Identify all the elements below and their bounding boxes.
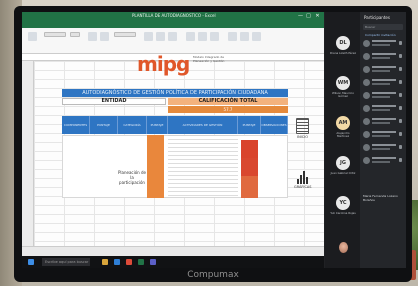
sheet-tabs: Instrucciones Autodiagnóstico Gráficas P… (22, 246, 324, 264)
monitor-brand: Compumax (187, 270, 239, 280)
avatar: WM (336, 76, 350, 90)
find-icon[interactable] (252, 32, 261, 41)
close-button[interactable]: ✕ (314, 13, 321, 19)
participant-name: Yuli Carolina Rojas (330, 211, 356, 215)
participant-tile[interactable]: JG Juan Gabriel Ortiz (330, 156, 356, 175)
align-icon[interactable] (100, 32, 109, 41)
participant-row[interactable] (360, 77, 406, 89)
participant-row[interactable] (360, 103, 406, 115)
col-header-actividades: ACTIVIDADES DE GESTIÓN (168, 116, 238, 134)
score-column[interactable] (147, 135, 164, 198)
participant-row[interactable] (360, 51, 406, 63)
taskbar: Escribe aquí para buscar (22, 256, 324, 268)
avatar: AM (336, 116, 350, 130)
col-header-observaciones: OBSERVACIONES (261, 116, 288, 134)
score-cell-3[interactable] (241, 176, 258, 198)
number-format-select[interactable] (114, 32, 136, 37)
inicio-button[interactable]: INICIO (294, 118, 311, 139)
participant-tile[interactable]: YC Yuli Carolina Rojas (330, 196, 356, 215)
score-cell-2[interactable] (241, 158, 258, 176)
ribbon (22, 28, 324, 54)
mipg-logo: mipg Modelo Integrado de Planeación y Ge… (137, 52, 224, 76)
font-family-select[interactable] (44, 32, 66, 37)
participant-name: Juan Gabriel Ortiz (330, 171, 356, 175)
insert-icon[interactable] (186, 32, 195, 41)
edge-icon[interactable] (114, 259, 120, 265)
delete-icon[interactable] (198, 32, 207, 41)
table-format-icon[interactable] (156, 32, 165, 41)
monitor-screen: PLANTILLA DE AUTODIAGNOSTICO - Excel — □… (22, 12, 406, 268)
maximize-button[interactable]: □ (305, 13, 312, 19)
conditional-format-icon[interactable] (144, 32, 153, 41)
format-icon[interactable] (210, 32, 219, 41)
self-camera (339, 242, 348, 253)
activities-text[interactable] (168, 135, 238, 198)
participant-row[interactable] (360, 155, 406, 167)
photo: PLANTILLA DE AUTODIAGNOSTICO - Excel — □… (0, 0, 418, 286)
avatar: YC (336, 196, 350, 210)
category-label: Planeación de la participación (118, 170, 146, 185)
bold-icon[interactable] (88, 32, 97, 41)
participant-row[interactable] (360, 116, 406, 128)
participant-row[interactable] (360, 64, 406, 76)
document-icon (296, 118, 309, 134)
participant-row[interactable] (360, 129, 406, 141)
participant-name: Alejandro Martínez (336, 131, 350, 138)
participant-tile[interactable]: AM Alejandro Martínez (330, 116, 356, 138)
participant-tile[interactable]: DL Diana Lizeth Pérez (330, 36, 356, 55)
col-header-categoria: CATEGORÍA (118, 116, 147, 134)
cell-styles-icon[interactable] (168, 32, 177, 41)
logo-subtitle: Modelo Integrado de Planeación y Gestión (193, 55, 225, 63)
bar-chart-icon (296, 170, 309, 184)
sort-icon[interactable] (240, 32, 249, 41)
sheet-banner: AUTODIAGNÓSTICO DE GESTIÓN POLÍTICA DE P… (62, 89, 288, 97)
participant-name: Diana Lizeth Pérez (330, 51, 356, 55)
score-cell-1[interactable] (241, 140, 258, 158)
participant-name: Wilson Mauricio Gómez (332, 91, 354, 98)
graficas-button[interactable]: GRÁFICAS (294, 170, 312, 189)
excel-window: PLANTILLA DE AUTODIAGNOSTICO - Excel — □… (22, 12, 324, 268)
participant-tile[interactable]: WM Wilson Mauricio Gómez (330, 76, 356, 98)
avatar: DL (336, 36, 350, 50)
row-headers (22, 61, 34, 246)
teams-icon[interactable] (150, 259, 156, 265)
share-invite-button[interactable]: Compartir invitación (360, 30, 406, 37)
avatar: JG (336, 156, 350, 170)
file-explorer-icon[interactable] (102, 259, 108, 265)
col-header-componentes: COMPONENTES (62, 116, 90, 134)
logo-text: mipg (137, 52, 190, 76)
chrome-icon[interactable] (126, 259, 132, 265)
minimize-button[interactable]: — (297, 13, 304, 19)
col-header-puntaje-3: PUNTAJE (238, 116, 261, 134)
inicio-label: INICIO (297, 135, 308, 139)
participants-panel: Participantes Buscar Compartir invitació… (360, 12, 406, 268)
sum-icon[interactable] (228, 32, 237, 41)
col-header-puntaje-2: PUNTAJE (147, 116, 168, 134)
entidad-header: ENTIDAD (62, 98, 166, 105)
graficas-label: GRÁFICAS (294, 185, 312, 189)
font-size-select[interactable] (70, 32, 80, 37)
paste-icon[interactable] (28, 32, 37, 41)
title-bar: PLANTILLA DE AUTODIAGNOSTICO - Excel — □… (22, 12, 324, 21)
excel-icon[interactable] (138, 259, 144, 265)
participant-row[interactable] (360, 38, 406, 50)
participant-row[interactable] (360, 142, 406, 154)
window-title: PLANTILLA DE AUTODIAGNOSTICO - Excel (132, 13, 216, 18)
calificacion-header: CALIFICACIÓN TOTAL (168, 98, 288, 105)
calificacion-value[interactable]: 57.7 (168, 106, 288, 113)
participant-row[interactable] (360, 90, 406, 102)
presenter-name: Maria Fernanda Lozano Bolaños (363, 194, 398, 202)
col-header-puntaje-1: PUNTAJE (90, 116, 118, 134)
monitor: PLANTILLA DE AUTODIAGNOSTICO - Excel — □… (14, 6, 412, 282)
taskbar-search[interactable]: Escribe aquí para buscar (42, 258, 90, 266)
windows-start-icon[interactable] (28, 259, 34, 265)
participants-title: Participantes (364, 15, 390, 20)
ribbon-tabs: Archivo Inicio Insertar Diseño Fórmulas … (22, 21, 324, 37)
video-tiles: DL Diana Lizeth Pérez WM Wilson Mauricio… (325, 12, 360, 268)
